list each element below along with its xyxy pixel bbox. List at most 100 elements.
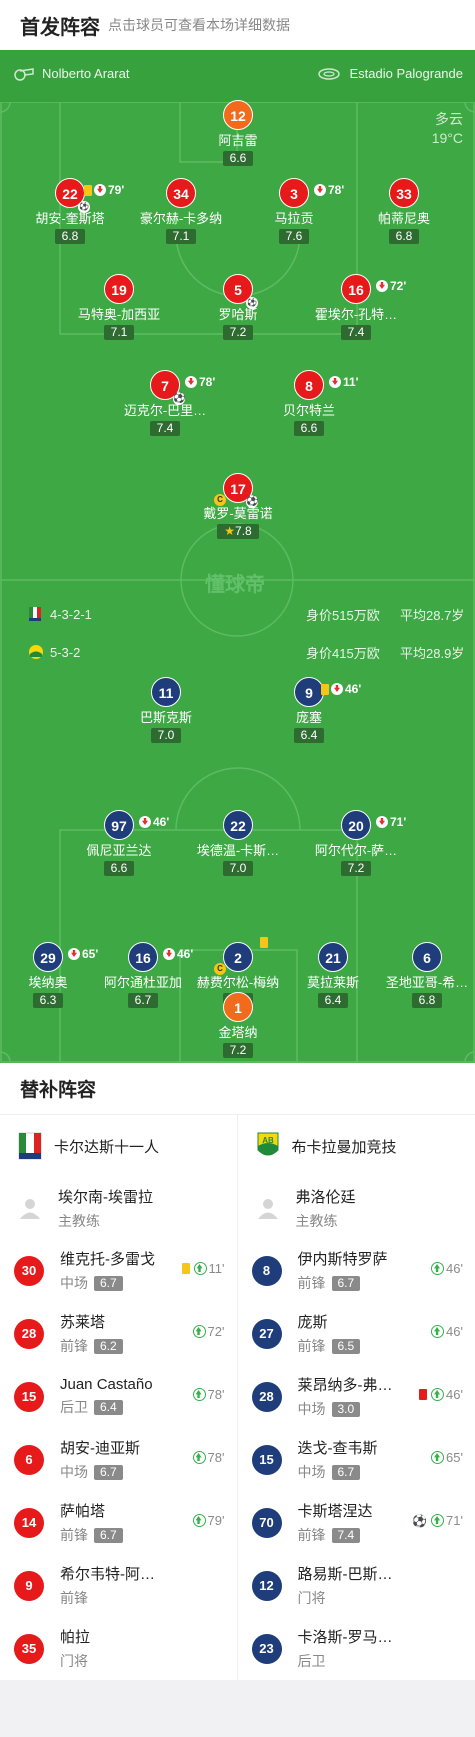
player-rating: 6.7 [331, 1275, 361, 1291]
sub-player-row[interactable]: 6 胡安-迪亚斯 中场 6.7 78' [0, 1428, 237, 1491]
sub-out-icon [329, 376, 341, 388]
player-rating: 7.0 [150, 728, 182, 743]
sub-out-icon [376, 816, 388, 828]
sub-player-row[interactable]: 9 希尔韦特-阿… 前锋 [0, 1554, 237, 1617]
player-number: 35 [14, 1633, 44, 1664]
player-position: 前锋 [60, 1590, 88, 1606]
sub-minute: 11' [343, 375, 359, 389]
sub-player-row[interactable]: 8 伊内斯特罗萨 前锋 6.7 46' [238, 1239, 475, 1302]
home-player[interactable]: 17 C ⚽ 戴罗-莫雷诺 ★7.8 [178, 473, 298, 540]
player-position: 前锋 [297, 1338, 326, 1354]
player-number: 28 [251, 1381, 282, 1412]
home-player[interactable]: 16 72' 霍埃尔-孔特… 7.4 [296, 274, 416, 341]
sub-player-row[interactable]: 28 苏莱塔 前锋 6.2 72' [0, 1302, 237, 1365]
stadium-icon [317, 67, 340, 80]
sub-in-icon [431, 1325, 445, 1338]
away-player-goalkeeper[interactable]: 1 金塔纳 7.2 [178, 992, 298, 1059]
player-name: 迭戈-查韦斯 [297, 1440, 378, 1457]
player-number: 8 [251, 1255, 282, 1286]
player-rating: 6.7 [94, 1527, 123, 1543]
sub-player-row[interactable]: 14 萨帕塔 前锋 6.7 79' [0, 1491, 237, 1554]
home-team-name: 卡尔达斯十一人 [54, 1138, 160, 1156]
sub-player-row[interactable]: 15 迭戈-查韦斯 中场 6.7 65' [238, 1428, 475, 1491]
player-position: 前锋 [297, 1527, 326, 1543]
goal-icon: ⚽ [412, 1513, 428, 1528]
home-player[interactable]: 34 豪尔赫-卡多纳 7.1 [121, 178, 241, 245]
player-rating: 6.8 [54, 229, 86, 244]
player-name: 卡洛斯-罗马… [297, 1629, 393, 1646]
player-rating: 7.8 [235, 524, 252, 538]
player-number: 97 [111, 818, 127, 834]
sub-player-row[interactable]: 15 Juan Castaño 后卫 6.4 78' [0, 1365, 237, 1428]
away-coach[interactable]: 弗洛伦廷 主教练 [238, 1177, 475, 1239]
referee-name: Nolberto Ararat [42, 66, 130, 81]
player-position: 门将 [297, 1590, 326, 1606]
home-coach[interactable]: 埃尔南-埃雷拉 主教练 [0, 1177, 237, 1239]
player-rating: 6.4 [317, 993, 349, 1008]
player-name: 庞塞 [295, 710, 322, 725]
player-rating: 7.2 [222, 1043, 254, 1058]
home-team-row[interactable]: 卡尔达斯十一人 [0, 1115, 237, 1177]
player-rating: 6.8 [411, 993, 443, 1008]
sub-player-row[interactable]: 12 路易斯-巴斯… 门将 [238, 1554, 475, 1617]
player-name: 霍埃尔-孔特… [314, 307, 398, 322]
home-player[interactable]: 33 帕蒂尼奥 6.8 [344, 178, 464, 245]
player-rating: 6.6 [103, 861, 135, 876]
player-name: 马拉贡 [274, 211, 314, 226]
player-name: 希尔韦特-阿… [60, 1566, 155, 1583]
away-team-row[interactable]: AB 布卡拉曼加竞技 [238, 1115, 475, 1177]
sub-out-icon [139, 816, 151, 828]
sub-in-icon [192, 1514, 206, 1527]
player-number: 16 [348, 282, 364, 298]
svg-text:AB: AB [262, 1136, 274, 1145]
away-player[interactable]: 97 46' 佩尼亚兰达 6.6 [59, 810, 179, 877]
player-position: 门将 [60, 1653, 88, 1669]
away-player[interactable]: 6 圣地亚哥-希… 6.8 [382, 942, 472, 1009]
sub-minute: 71' [446, 1513, 463, 1528]
home-player[interactable]: 22 79' ⚽ 胡安-奎斯塔 6.8 [10, 178, 130, 245]
home-player[interactable]: 3 78' 马拉贡 7.6 [234, 178, 354, 245]
home-player[interactable]: 19 马特奥-加西亚 7.1 [59, 274, 179, 341]
sub-player-row[interactable]: 28 莱昂纳多-弗… 中场 3.0 46' [238, 1365, 475, 1428]
sub-minute: 78' [207, 1387, 225, 1402]
home-team-logo-icon [18, 1132, 42, 1160]
home-avg-age: 平均28.7岁 [400, 607, 465, 623]
player-rating: 6.4 [94, 1399, 123, 1415]
sub-in-icon [192, 1451, 206, 1464]
home-player[interactable]: 5 ⚽ 罗哈斯 7.2 [178, 274, 298, 341]
home-player[interactable]: 7 78' ⚽ 迈克尔-巴里… 7.4 [105, 370, 225, 437]
sub-out-icon [376, 280, 388, 292]
sub-minute: 46' [446, 1324, 463, 1339]
watermark: 懂球帝 [205, 574, 265, 596]
player-name: 圣地亚哥-希… [385, 975, 469, 990]
home-player[interactable]: 8 11' 贝尔特兰 6.6 [249, 370, 369, 437]
home-player[interactable]: 12 阿吉雷 6.6 [178, 100, 298, 167]
sub-in-icon [431, 1451, 445, 1464]
player-number: 2 [234, 950, 242, 966]
away-player[interactable]: 11 巴斯克斯 7.0 [106, 677, 226, 744]
player-number: 7 [161, 378, 169, 394]
away-player[interactable]: 22 埃德温-卡斯… 7.0 [178, 810, 298, 877]
away-subs: AB 布卡拉曼加竞技 弗洛伦廷 主教练 8 伊内斯特罗萨 前锋 6.7 46' 27… [238, 1115, 475, 1680]
whistle-icon [14, 67, 34, 81]
away-player[interactable]: 9 46' 庞塞 6.4 [249, 677, 369, 744]
sub-out-icon [94, 184, 106, 196]
sub-player-row[interactable]: 30 维克托-多雷戈 中场 6.7 11' [0, 1239, 237, 1302]
lineup-header: 首发阵容 点击球员可查看本场详细数据 [0, 0, 475, 50]
player-name: 戴罗-莫雷诺 [203, 506, 273, 521]
player-number: 20 [348, 818, 364, 834]
player-name: 豪尔赫-卡多纳 [139, 211, 223, 226]
player-name: 胡安-迪亚斯 [60, 1440, 140, 1457]
sub-minute: 46' [153, 815, 170, 829]
sub-player-row[interactable]: 35 帕拉 门将 [0, 1617, 237, 1680]
player-name: 伊内斯特罗萨 [297, 1251, 388, 1268]
sub-player-row[interactable]: 27 庞斯 前锋 6.5 46' [238, 1302, 475, 1365]
away-player[interactable]: 20 71' 阿尔代尔-萨… 7.2 [296, 810, 416, 877]
sub-in-icon [193, 1262, 207, 1275]
away-team-name: 布卡拉曼加竞技 [291, 1138, 397, 1156]
own-goal-icon: ⚽ [78, 201, 90, 213]
sub-minute: 46' [446, 1261, 463, 1276]
stadium-name: Estadio Palogrande [349, 66, 463, 81]
sub-player-row[interactable]: 23 卡洛斯-罗马… 后卫 [238, 1617, 475, 1680]
sub-player-row[interactable]: 70 卡斯塔涅达 前锋 7.4 ⚽ 71' [238, 1491, 475, 1554]
